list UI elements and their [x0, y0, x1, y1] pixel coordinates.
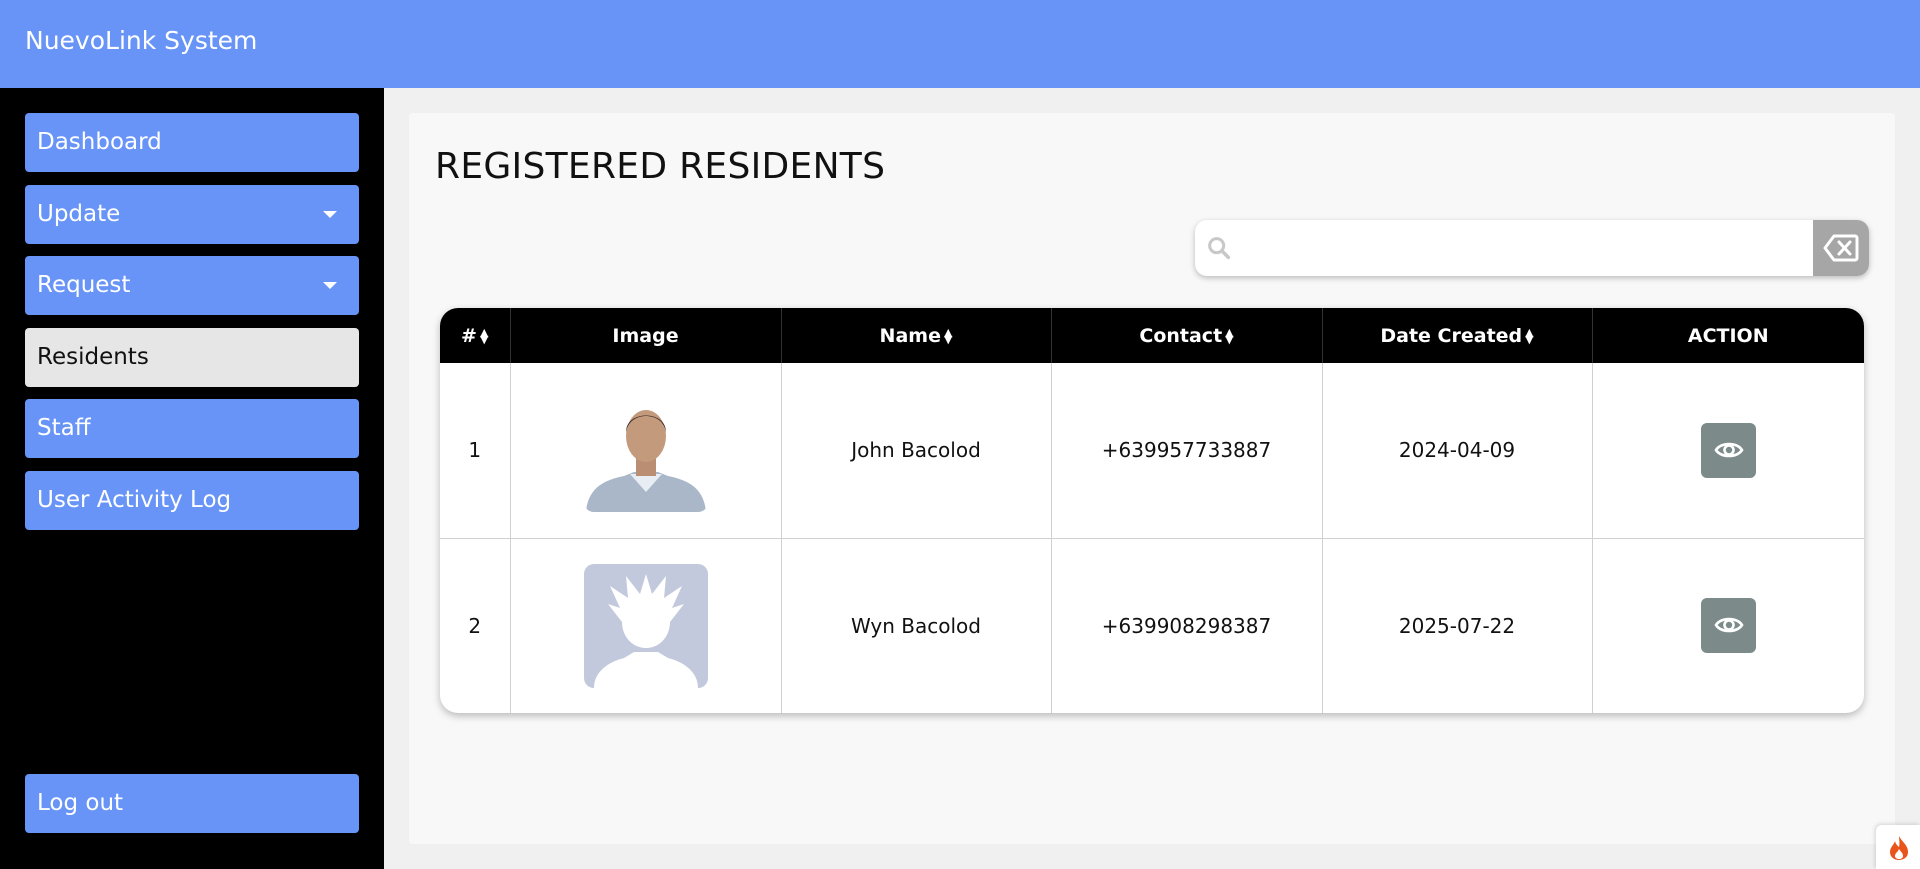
row-number: 2: [440, 538, 511, 713]
column-header-image: Image: [510, 308, 782, 363]
table-header-row: # ▲ ▼ Image Name ▲ ▼ Contact ▲ ▼ Date Created ▲: [440, 308, 1864, 363]
resident-photo: [583, 388, 708, 513]
main-content: REGISTERED RESIDENTS # ▲ ▼ Image Name ▲ …: [384, 88, 1920, 869]
eye-icon: [1714, 442, 1744, 458]
sort-icon: ▲ ▼: [1525, 326, 1534, 346]
flame-badge[interactable]: [1876, 825, 1920, 869]
resident-name: Wyn Bacolod: [781, 538, 1052, 713]
sidebar-item-label: Request: [37, 272, 131, 298]
view-button[interactable]: [1700, 422, 1756, 478]
action-cell: [1592, 363, 1864, 539]
sidebar-item-label: Dashboard: [37, 129, 162, 155]
clear-search-button[interactable]: [1813, 220, 1869, 276]
search-input[interactable]: [1239, 228, 1799, 268]
resident-contact: +639908298387: [1051, 538, 1323, 713]
resident-date-created: 2025-07-22: [1322, 538, 1593, 713]
search-bar: [1195, 220, 1869, 276]
logout-label: Log out: [37, 790, 124, 816]
column-header-number[interactable]: # ▲ ▼: [440, 308, 511, 363]
column-header-action: ACTION: [1592, 308, 1864, 363]
image-cell: [510, 538, 782, 713]
column-header-contact[interactable]: Contact ▲ ▼: [1051, 308, 1323, 363]
table-row: 2 Wyn Bacolod +639908298387 2025-07-22: [440, 538, 1864, 713]
image-cell: [510, 363, 782, 539]
sidebar-item-label: User Activity Log: [37, 487, 232, 513]
sidebar-item-user-activity-log[interactable]: User Activity Log: [25, 471, 359, 530]
flame-icon: [1890, 836, 1908, 860]
default-avatar: [583, 563, 708, 688]
caret-down-icon: [323, 211, 337, 218]
resident-date-created: 2024-04-09: [1322, 363, 1593, 539]
top-bar: NuevoLink System: [0, 0, 1920, 88]
sidebar-item-label: Update: [37, 201, 121, 227]
column-header-date-created[interactable]: Date Created ▲ ▼: [1322, 308, 1593, 363]
logout-button[interactable]: Log out: [25, 774, 359, 833]
resident-name: John Bacolod: [781, 363, 1052, 539]
sidebar: Dashboard Update Request Residents Staff…: [0, 88, 384, 869]
sidebar-item-request[interactable]: Request: [25, 256, 359, 315]
search-icon: [1208, 237, 1231, 260]
app-title: NuevoLink System: [25, 26, 258, 55]
backspace-icon: [1823, 234, 1859, 262]
sort-icon: ▲ ▼: [479, 326, 489, 346]
residents-card: REGISTERED RESIDENTS # ▲ ▼ Image Name ▲ …: [409, 113, 1895, 844]
action-cell: [1592, 538, 1864, 713]
sidebar-item-label: Staff: [37, 415, 91, 441]
table-row: 1 John Bacolod +639957733887 2024-04-09: [440, 363, 1864, 539]
sort-icon: ▲ ▼: [1225, 326, 1234, 346]
resident-contact: +639957733887: [1051, 363, 1323, 539]
sidebar-item-label: Residents: [37, 344, 149, 370]
sidebar-item-residents[interactable]: Residents: [25, 328, 359, 387]
sidebar-item-staff[interactable]: Staff: [25, 399, 359, 458]
eye-icon: [1714, 617, 1744, 633]
sort-icon: ▲ ▼: [943, 326, 953, 346]
column-header-name[interactable]: Name ▲ ▼: [781, 308, 1052, 363]
sidebar-item-dashboard[interactable]: Dashboard: [25, 113, 359, 172]
row-number: 1: [440, 363, 511, 539]
caret-down-icon: [323, 282, 337, 289]
view-button[interactable]: [1700, 598, 1756, 654]
sidebar-item-update[interactable]: Update: [25, 185, 359, 244]
page-title: REGISTERED RESIDENTS: [435, 146, 886, 187]
residents-table: # ▲ ▼ Image Name ▲ ▼ Contact ▲ ▼ Date Created ▲: [440, 308, 1864, 713]
